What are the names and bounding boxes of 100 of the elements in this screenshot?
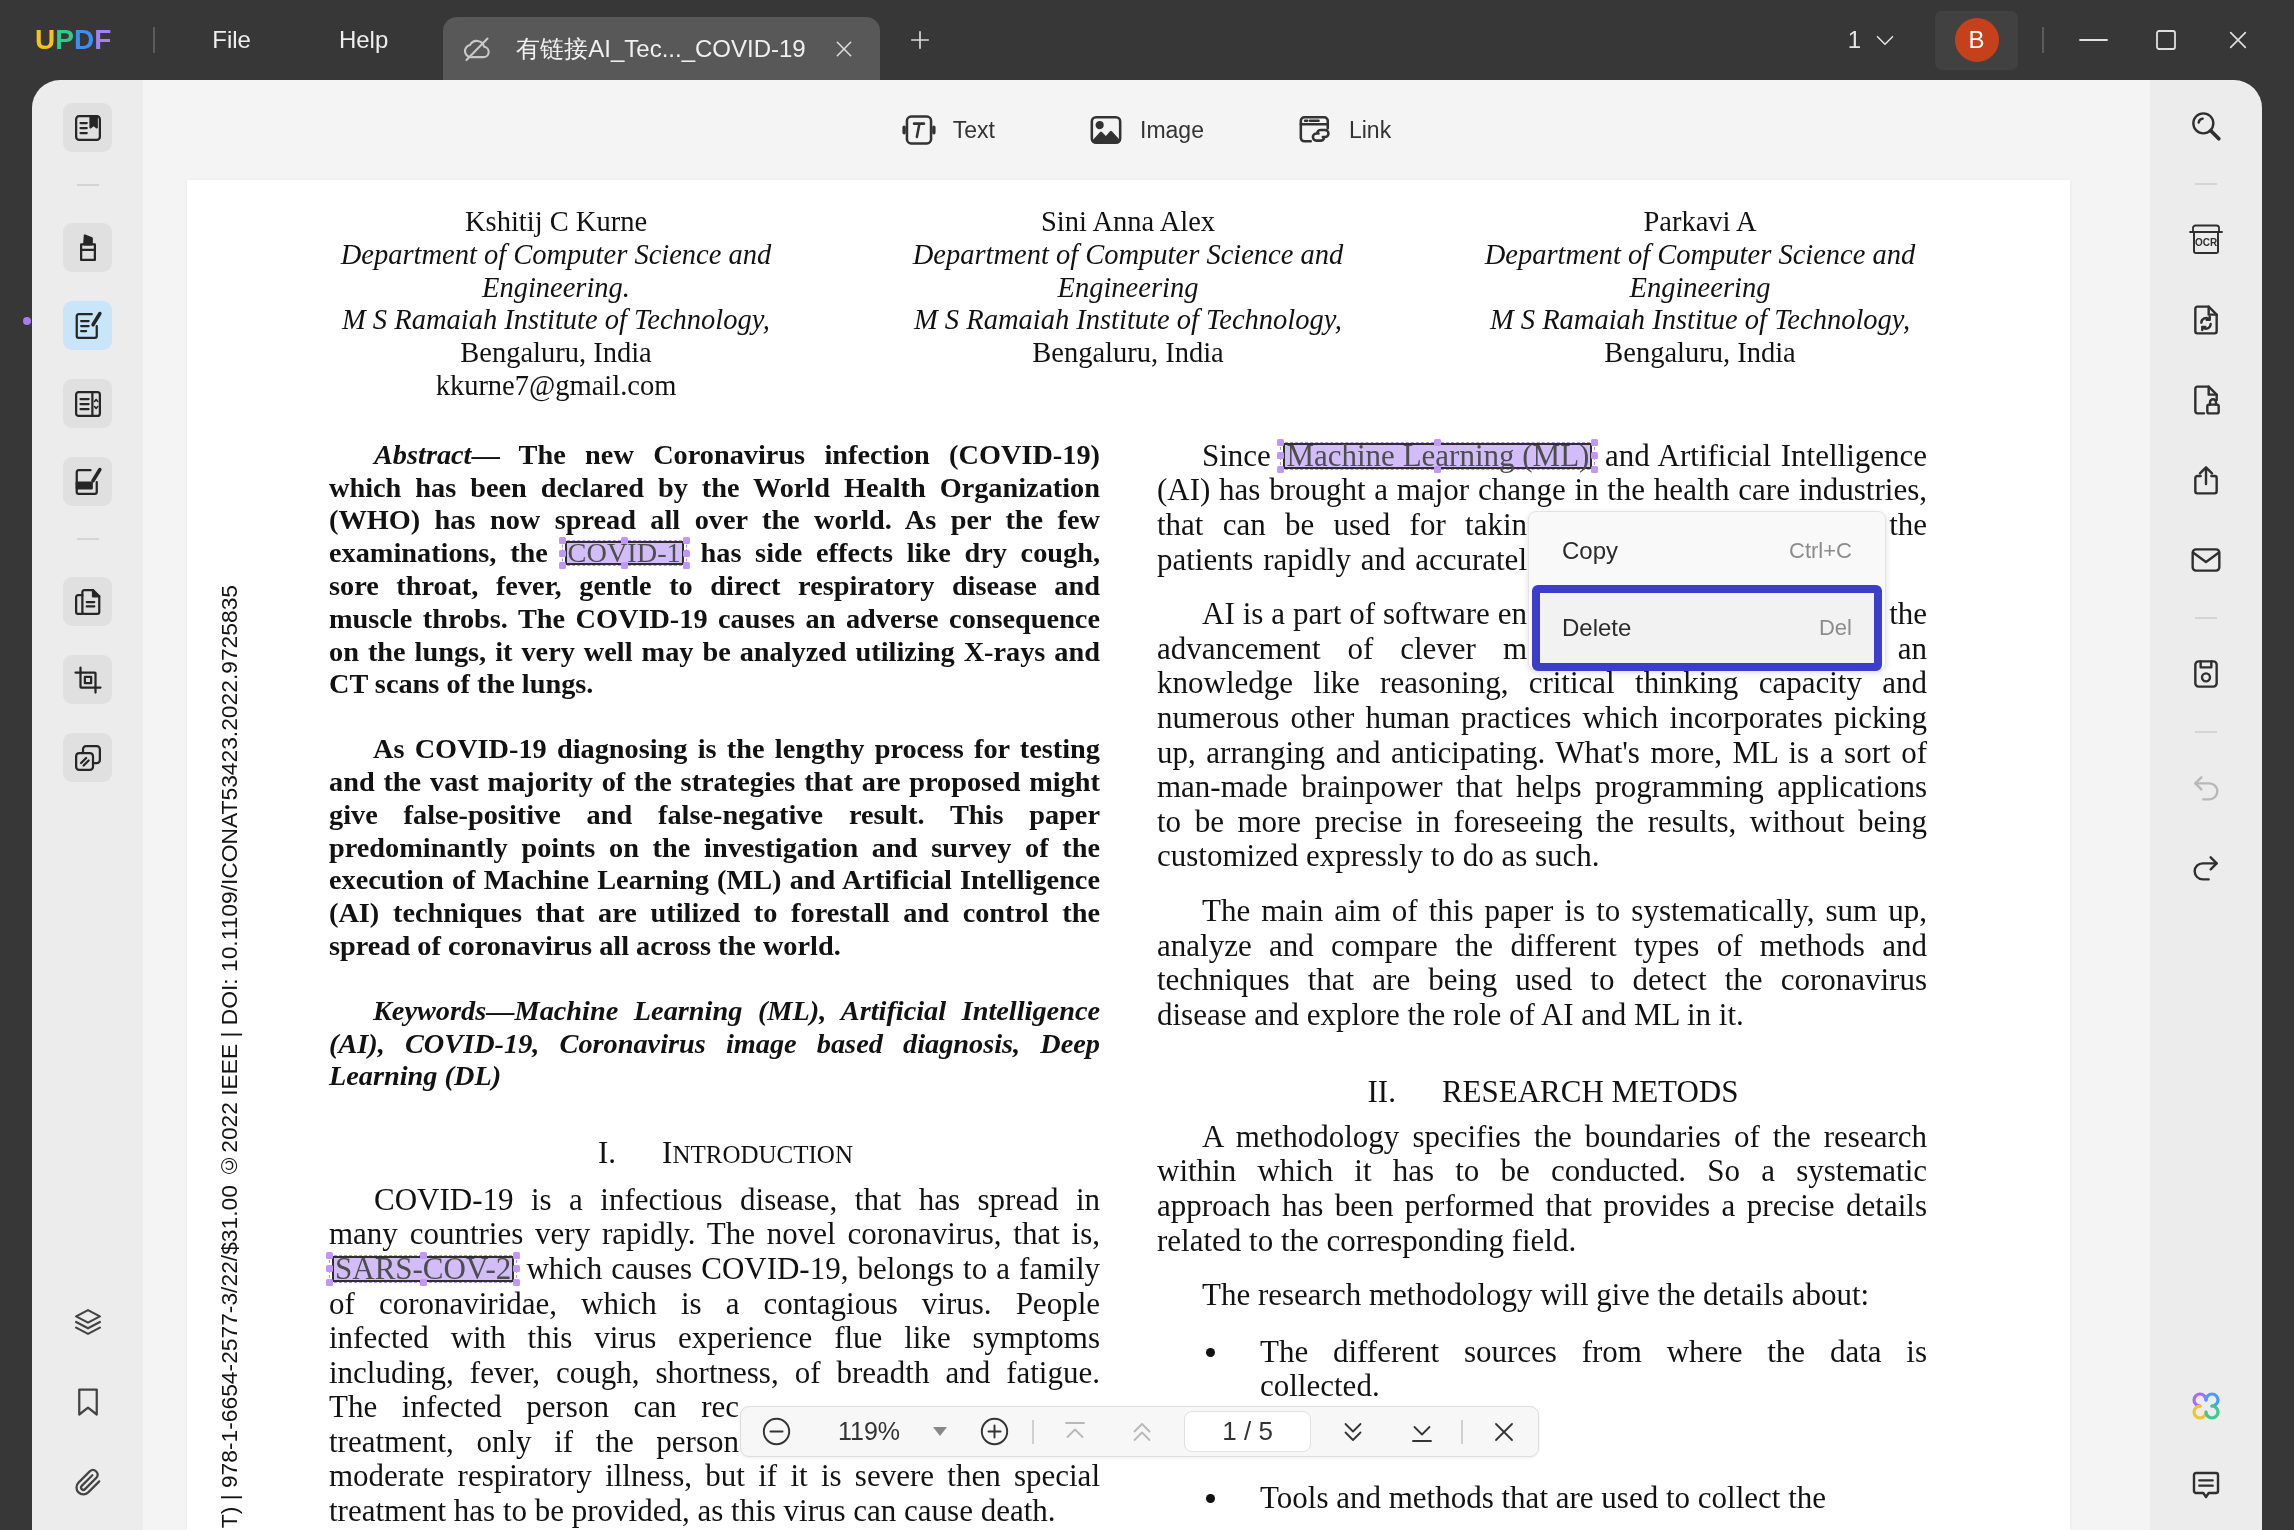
body-text: moderate respiratory illness, but if it is severe then special	[329, 1459, 1100, 1495]
body-text: many countries very rapidly. The novel coronavirus, that is,	[329, 1217, 1100, 1252]
link-tool-button[interactable]: Link	[1297, 113, 1392, 147]
tool-button[interactable]	[63, 379, 112, 428]
side-note: T) | 978-1-6654-2577-3/22/$31.00 ©2022 IEEE | DOI: 10.1109/ICONAT53423.2022.9725835	[215, 584, 243, 1528]
body-text: and Artificial Intelligence	[1604, 437, 1927, 473]
pages-icon	[72, 586, 103, 617]
abstract-text: Abstract— The new Coronavirus infection (COVID-19)	[371, 438, 1100, 472]
tool-button[interactable]	[63, 457, 112, 506]
tool-button[interactable]	[63, 577, 112, 626]
body-text: man-made brainpower that helps programming applications	[1157, 770, 1927, 805]
body-text: which causes COVID-19, belongs to a family	[526, 1250, 1100, 1286]
page-number-field[interactable]: 1 / 5	[1184, 1411, 1312, 1452]
body-text: The research methodology will give the details about:	[1201, 1278, 1871, 1313]
text-box-icon	[901, 113, 936, 147]
bullet-icon	[1206, 1494, 1215, 1504]
document-tab[interactable]: 有链接AI_Tec..._COVID-19	[443, 17, 881, 80]
abstract-text: (WHO) has now spread all over the world. As per the few	[329, 504, 1100, 538]
section-title: RESEARCH METODS	[1441, 1075, 1739, 1110]
minimize-icon[interactable]	[2079, 38, 2108, 42]
shortcut-hint: Ctrl+C	[1789, 538, 1852, 564]
paperclip-icon[interactable]	[72, 1467, 103, 1497]
resize-handle[interactable]	[419, 1251, 427, 1259]
avatar: B	[1954, 18, 1999, 62]
abstract-text: which has been declared by the World Health Organization	[329, 471, 1100, 505]
body-text: up, arranging and anticipating. What's more, ML is a sort of	[1157, 735, 1927, 771]
abstract-text: CT scans of the lungs.	[329, 668, 595, 702]
menu-item[interactable]: File	[212, 26, 251, 54]
image-icon	[1089, 113, 1123, 147]
department-text: Department of Computer Science and Engineering	[911, 238, 1345, 305]
body-text: treatment has to be provided, as this virus can cause death.	[329, 1494, 1057, 1529]
menu-item[interactable]: Help	[338, 26, 389, 54]
body-text: an	[1897, 631, 1927, 667]
shortcut-hint: Del	[1819, 615, 1852, 641]
section-title: INTRODUCTION	[662, 1136, 853, 1173]
body-text: the	[1889, 597, 1927, 632]
author-name: Parkavi A	[1642, 206, 1758, 239]
zoom-in-icon[interactable]	[980, 1417, 1010, 1446]
close-icon[interactable]	[2227, 29, 2249, 51]
city-text: Bengaluru, India	[459, 337, 653, 370]
zoom-out-icon[interactable]	[762, 1417, 791, 1446]
body-text: that can be used for takin	[1157, 507, 1527, 543]
body-text: customized expressly to do as such.	[1157, 839, 1601, 874]
institute-text: M S Ramaiah Institute of Technology,	[340, 304, 771, 338]
body-text: infected with this virus experience flue like symptoms	[329, 1321, 1100, 1356]
body-text: Since	[1202, 437, 1271, 473]
author-name: Sini Anna Alex	[1039, 206, 1217, 239]
bullet-text: Tools and methods that are used to collect the	[1260, 1481, 1827, 1516]
resize-handle[interactable]	[1434, 438, 1442, 446]
body-text: of coronaviridae, which is a contagious virus. People	[329, 1286, 1100, 1322]
section-number: II.	[1367, 1075, 1396, 1110]
body-text: patients rapidly and accuratel	[1157, 542, 1527, 578]
abstract-text: examinations, the	[329, 537, 548, 569]
bullet-icon	[1206, 1347, 1215, 1357]
menu-item[interactable]: Delete Del	[1532, 585, 1882, 671]
resize-handle[interactable]	[620, 537, 628, 545]
text-tool-button[interactable]: Text	[901, 113, 995, 147]
cloud-off-icon	[463, 34, 492, 63]
body-text: the	[1889, 507, 1927, 543]
layers-icon[interactable]	[72, 1307, 103, 1337]
body-text: A methodology specifies the boundaries of the research within which it has to be conducted. So a systematic approach has been performed that provides a precise details related to the corresponding field.	[1157, 1119, 1927, 1259]
keywords-text: Keywords—Machine Learning (ML), Artificial Intelligence (AI), COVID-19, Coronavirus image based diagnosis, Deep Learning (DL)	[329, 994, 1100, 1094]
body-text: As COVID-19 diagnosing is the lengthy process for testing and the vast majority of the strategies that are proposed might give false-positive and false-negative result. This paper predominantly points on the investigation and survey of the execution of Machine Learning (ML) and Artificial Intelligence (AI) techniques that are utilized to forestall and control the spread of coronavirus all across the world.	[329, 733, 1100, 963]
resize-handle[interactable]	[620, 562, 628, 570]
body-text: The infected person can rec	[329, 1390, 739, 1425]
number-dropdown[interactable]: 1	[1847, 26, 1895, 54]
tool-button[interactable]	[63, 733, 112, 782]
tool-button[interactable]	[63, 103, 112, 152]
author-name: Kshitij C Kurne	[463, 206, 649, 239]
body-text: AI is a part of software en	[1202, 597, 1527, 632]
abstract-text: muscle throbs. The COVID-19 causes an adverse consequence	[329, 602, 1100, 636]
scanner-icon	[2189, 224, 2223, 233]
maximize-icon[interactable]	[2156, 30, 2176, 50]
image-tool-button[interactable]: Image	[1089, 113, 1204, 147]
body-text: advancement of clever m	[1157, 631, 1527, 667]
selected-text-box[interactable]: SARS-COV-2	[332, 1255, 515, 1282]
active-indicator-icon	[23, 316, 31, 325]
body-text: including, fever, cough, shortness, of breadth and fatigue.	[329, 1355, 1100, 1391]
account-button[interactable]: B	[1935, 10, 2018, 70]
resize-handle[interactable]	[1434, 465, 1442, 473]
resize-handle[interactable]	[419, 1278, 427, 1286]
section-number: I.	[598, 1136, 617, 1171]
menu-item[interactable]: Copy Ctrl+C	[1532, 517, 1882, 585]
abstract-text: on the lungs, it very well may be analyzed utilizing X-rays and	[329, 635, 1100, 669]
search-icon[interactable]	[2190, 110, 2222, 142]
body-text: to be more precise in foreseeing the results, without being	[1157, 804, 1927, 840]
selected-text-box[interactable]: COVID-1	[564, 541, 684, 566]
tool-button[interactable]	[63, 655, 112, 704]
bullet-text: The different sources from where the data is collected.	[1260, 1334, 1927, 1405]
crop-icon	[72, 664, 103, 695]
abstract-text: sore throat, fever, gentle to direct respiratory disease and	[329, 569, 1100, 603]
stacked-squares-icon	[72, 742, 103, 773]
comment-icon[interactable]	[2190, 1469, 2222, 1501]
four-petal-icon[interactable]	[2190, 1390, 2222, 1422]
book-icon	[72, 112, 103, 143]
department-text: Department of Computer Science and Engineering.	[339, 238, 773, 305]
tool-button[interactable]	[63, 223, 112, 272]
zoom-level-dropdown[interactable]: 119%	[838, 1417, 948, 1446]
plus-icon[interactable]	[909, 29, 932, 51]
app-logo: UPDF	[35, 24, 112, 56]
